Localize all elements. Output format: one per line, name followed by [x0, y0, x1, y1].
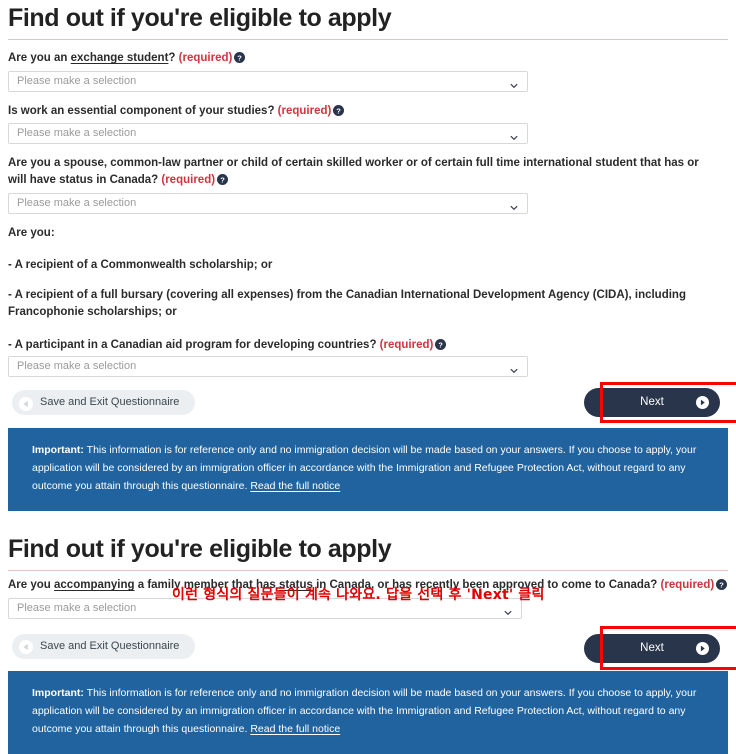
chevron-down-icon — [510, 362, 518, 374]
question-work-essential: Is work an essential component of your s… — [8, 103, 728, 120]
bullet-cida-bursary: - A recipient of a full bursary (coverin… — [8, 289, 686, 318]
read-full-notice-link[interactable]: Read the full notice — [250, 723, 340, 735]
chevron-down-icon — [510, 129, 518, 141]
circle-arrow-left-icon — [19, 639, 33, 655]
question-link-accompanying[interactable]: accompanying — [54, 579, 135, 591]
notice-body: This information is for reference only a… — [32, 686, 697, 735]
read-full-notice-link[interactable]: Read the full notice — [250, 480, 340, 492]
required-marker: (required) — [379, 339, 434, 352]
next-button[interactable]: Next — [584, 388, 720, 418]
question-text: Are you a spouse, common-law partner or … — [8, 157, 699, 187]
question-link-exchange-student[interactable]: exchange student — [71, 52, 169, 64]
circle-arrow-left-icon — [19, 396, 33, 411]
are-you-label: Are you: — [8, 226, 55, 239]
question-text-after: ? — [168, 52, 179, 64]
select-spouse-partner-child[interactable]: Please make a selection — [8, 192, 528, 214]
circle-arrow-right-icon — [696, 641, 709, 655]
question-text: Are you — [8, 579, 55, 592]
next-button-2[interactable]: Next — [584, 633, 720, 663]
save-and-exit-button[interactable]: Save and Exit Questionnaire — [12, 390, 196, 416]
eligibility-section-1: Find out if you're eligible to apply Are… — [0, 0, 736, 512]
help-circle-icon[interactable]: ? — [435, 339, 447, 351]
select-value: Please make a selection — [17, 601, 137, 614]
button-row-1: Save and Exit Questionnaire Next — [8, 382, 736, 424]
important-label: Important: — [32, 444, 84, 457]
save-and-exit-button-2[interactable]: Save and Exit Questionnaire — [12, 633, 196, 659]
title-divider — [8, 39, 728, 40]
question-text: Is work an essential component of your s… — [8, 104, 278, 117]
important-notice-2: Important: This information is for refer… — [8, 670, 728, 754]
eligibility-section-2: Find out if you're eligible to apply Are… — [0, 531, 736, 754]
chevron-down-icon — [504, 604, 512, 616]
chevron-down-icon — [510, 199, 518, 210]
svg-text:?: ? — [337, 106, 342, 115]
help-circle-icon[interactable]: ? — [234, 52, 246, 63]
required-marker: (required) — [161, 174, 216, 187]
bullet-commonwealth-scholarship: - A recipient of a Commonwealth scholars… — [8, 259, 273, 272]
page-title-2: Find out if you're eligible to apply — [8, 535, 392, 564]
svg-text:?: ? — [439, 341, 444, 350]
select-value: Please make a selection — [17, 74, 137, 87]
select-value: Please make a selection — [17, 196, 137, 209]
notice-body: This information is for reference only a… — [32, 444, 697, 493]
korean-annotation: 이런 형식의 질문들이 계속 나와요. 답을 선택 후 'Next' 클릭 — [172, 587, 545, 603]
circle-arrow-right-icon — [696, 396, 709, 410]
question-text: Are you an — [8, 52, 71, 64]
save-and-exit-label: Save and Exit Questionnaire — [40, 639, 180, 652]
important-notice-1: Important: This information is for refer… — [8, 428, 728, 512]
title-divider-2 — [8, 570, 728, 572]
select-exchange-student[interactable]: Please make a selection — [8, 70, 528, 92]
important-label: Important: — [32, 686, 84, 699]
svg-text:?: ? — [220, 175, 225, 184]
required-marker: (required) — [178, 52, 233, 64]
questionnaire-page: Find out if you're eligible to apply Are… — [0, 0, 736, 754]
svg-text:?: ? — [238, 53, 243, 62]
page-title: Find out if you're eligible to apply — [8, 4, 392, 32]
question-spouse-partner-child: Are you a spouse, common-law partner or … — [8, 155, 708, 188]
button-row-2: Save and Exit Questionnaire Next — [8, 625, 736, 670]
help-circle-icon[interactable]: ? — [716, 579, 728, 591]
help-circle-icon[interactable]: ? — [333, 104, 345, 116]
question-canadian-aid-program: - A participant in a Canadian aid progra… — [8, 337, 728, 354]
select-value: Please make a selection — [17, 360, 137, 373]
svg-text:?: ? — [719, 580, 724, 589]
select-value: Please make a selection — [17, 127, 137, 140]
select-work-essential[interactable]: Please make a selection — [8, 123, 528, 145]
select-canadian-aid-program[interactable]: Please make a selection — [8, 356, 528, 378]
required-marker: (required) — [660, 579, 715, 592]
question-exchange-student: Are you an exchange student? (required)? — [8, 50, 728, 67]
chevron-down-icon — [510, 77, 518, 88]
question-text: - A participant in a Canadian aid progra… — [8, 339, 380, 352]
save-and-exit-label: Save and Exit Questionnaire — [40, 396, 180, 409]
help-circle-icon[interactable]: ? — [217, 174, 229, 186]
required-marker: (required) — [277, 104, 332, 117]
